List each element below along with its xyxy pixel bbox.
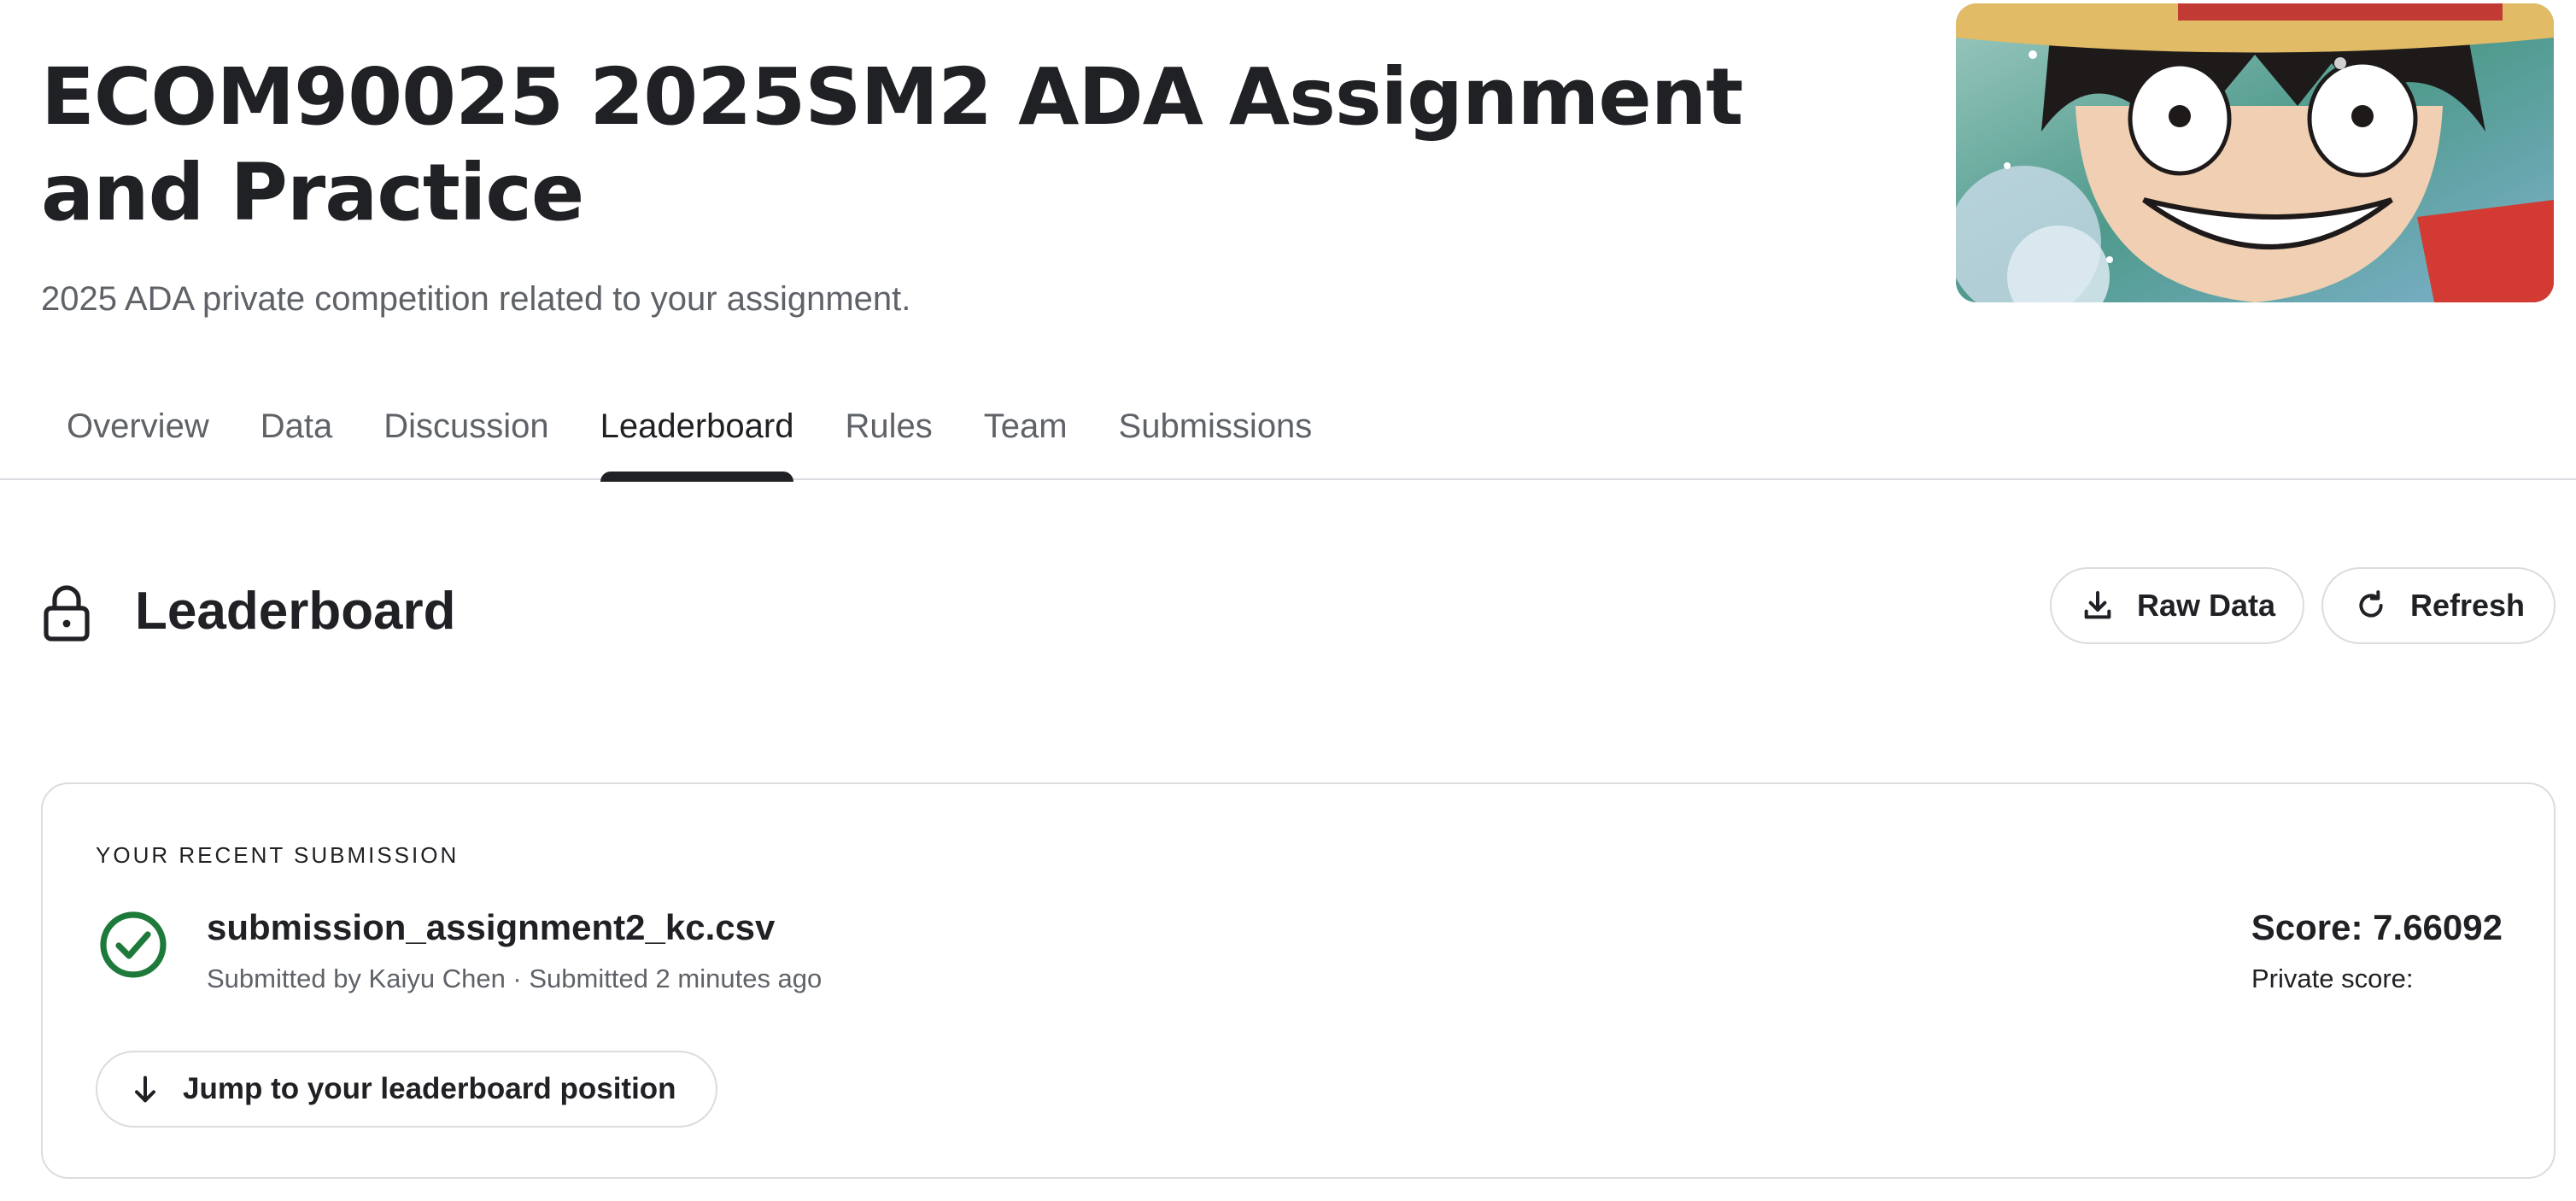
refresh-button[interactable]: Refresh: [2321, 567, 2556, 644]
tab-team[interactable]: Team: [958, 393, 1093, 480]
leaderboard-heading: Leaderboard: [135, 582, 456, 641]
refresh-label: Refresh: [2410, 588, 2526, 623]
submission-score: Score: 7.66092: [2251, 907, 2503, 947]
tab-overview[interactable]: Overview: [41, 393, 235, 480]
download-icon: [2084, 591, 2111, 619]
recent-submission-heading: YOUR RECENT SUBMISSION: [96, 842, 460, 868]
tab-rules[interactable]: Rules: [819, 393, 957, 480]
raw-data-button[interactable]: Raw Data: [2050, 567, 2304, 644]
recent-submission-card: YOUR RECENT SUBMISSION submission_assign…: [41, 782, 2556, 1179]
page-title: ECOM90025 2025SM2 ADA Assignment and Pra…: [41, 51, 1743, 238]
arrow-down-icon: [135, 1075, 155, 1103]
submission-meta: Submitted by Kaiyu Chen · Submitted 2 mi…: [207, 964, 823, 993]
raw-data-label: Raw Data: [2137, 588, 2276, 623]
page-subtitle: 2025 ADA private competition related to …: [41, 280, 911, 318]
competition-banner-image: [1956, 3, 2554, 302]
refresh-icon: [2359, 590, 2383, 618]
tab-leaderboard[interactable]: Leaderboard: [575, 393, 820, 482]
competition-tabs: Overview Data Discussion Leaderboard Rul…: [41, 393, 1338, 482]
check-circle-icon: [100, 911, 167, 978]
tab-discussion[interactable]: Discussion: [358, 393, 574, 480]
jump-label: Jump to your leaderboard position: [183, 1072, 676, 1105]
submission-file-name: submission_assignment2_kc.csv: [207, 907, 776, 947]
competition-header: ECOM90025 2025SM2 ADA Assignment and Pra…: [0, 0, 2576, 482]
jump-to-position-button[interactable]: Jump to your leaderboard position: [96, 1051, 717, 1128]
tab-data[interactable]: Data: [235, 393, 359, 480]
lock-icon: [44, 585, 90, 642]
tab-submissions[interactable]: Submissions: [1093, 393, 1338, 480]
private-score: Private score:: [2251, 964, 2414, 993]
